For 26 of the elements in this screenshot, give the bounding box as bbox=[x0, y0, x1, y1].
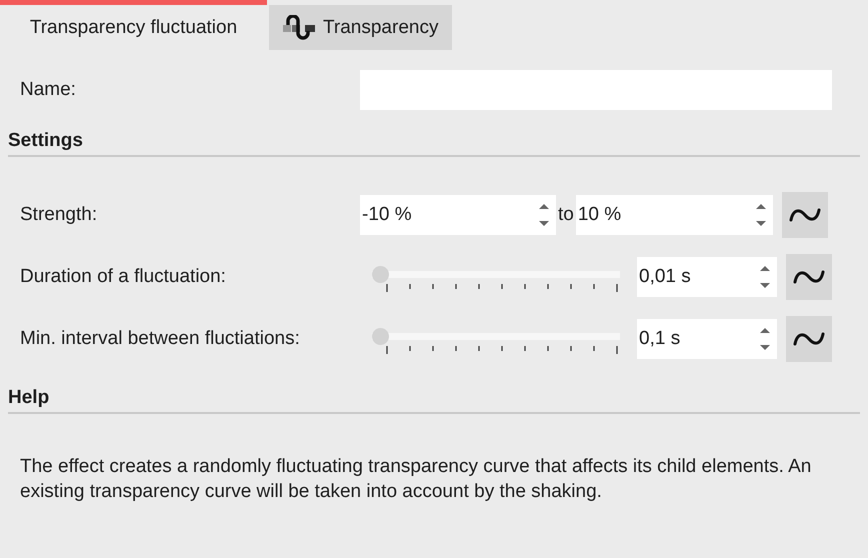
help-text: The effect creates a randomly fluctuating transparency curve that affects its child elements. An existing transparency curve will be taken into account by the shaking. bbox=[20, 455, 812, 504]
setting-label: Min. interval between fluctiations: bbox=[20, 328, 301, 350]
transparency-icon bbox=[283, 14, 317, 40]
spin-arrows-icon[interactable] bbox=[759, 326, 771, 352]
wave-icon bbox=[793, 330, 825, 348]
spin-field[interactable]: 10 % bbox=[576, 195, 773, 235]
name-label: Name: bbox=[20, 79, 77, 101]
spin-arrows-icon[interactable] bbox=[759, 264, 771, 290]
tab[interactable]: Transparency bbox=[269, 5, 452, 50]
setting-label: Duration of a fluctuation: bbox=[20, 266, 227, 288]
slider-thumb[interactable] bbox=[372, 328, 389, 345]
section-heading: Settings bbox=[8, 130, 860, 157]
spin-field[interactable]: -10 % bbox=[360, 195, 556, 235]
spin-arrows-icon[interactable] bbox=[754, 202, 767, 228]
spin-arrows-icon[interactable] bbox=[538, 202, 550, 228]
wave-icon bbox=[793, 268, 825, 286]
wave-button[interactable] bbox=[786, 254, 832, 300]
to-label: to bbox=[558, 204, 574, 226]
slider-thumb[interactable] bbox=[372, 266, 389, 283]
spin-field[interactable]: 0,1 s bbox=[637, 319, 777, 359]
section-heading: Help bbox=[8, 387, 860, 414]
setting-label: Strength: bbox=[20, 204, 98, 226]
wave-icon bbox=[788, 206, 821, 224]
spin-field[interactable]: 0,01 s bbox=[637, 257, 777, 297]
wave-button[interactable] bbox=[786, 316, 832, 362]
wave-button[interactable] bbox=[782, 192, 828, 238]
